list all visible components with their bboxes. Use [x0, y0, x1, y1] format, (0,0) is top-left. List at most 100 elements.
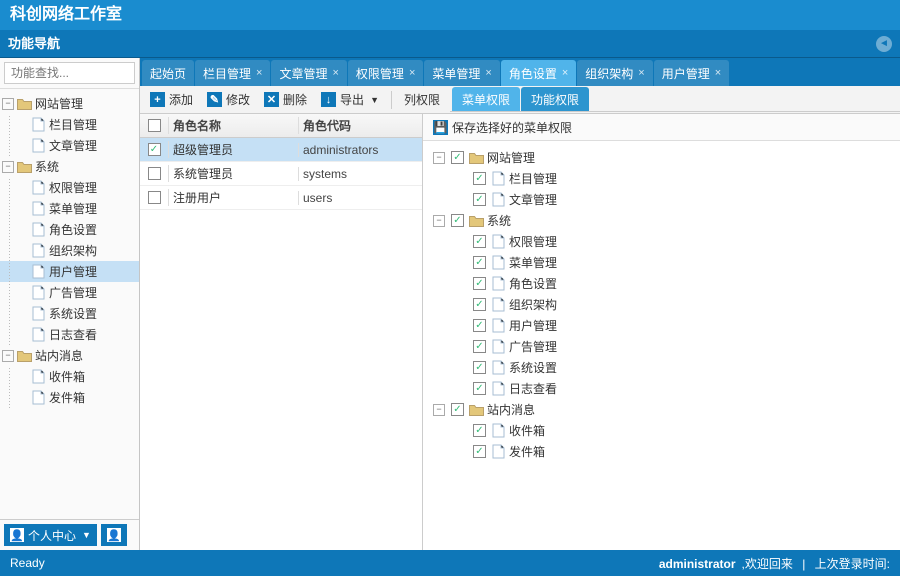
profile-button[interactable]: 👤 个人中心 ▼: [4, 524, 97, 546]
add-button[interactable]: +添加: [146, 89, 197, 111]
tree-item[interactable]: 栏目管理: [0, 114, 139, 135]
tab-权限管理[interactable]: 权限管理 ×: [348, 60, 423, 86]
perm-tree-item[interactable]: −✓网站管理: [427, 147, 896, 168]
tree-item[interactable]: 收件箱: [0, 366, 139, 387]
select-all-checkbox[interactable]: [148, 119, 161, 132]
close-icon[interactable]: ×: [409, 67, 415, 79]
tree-line: [2, 387, 16, 408]
tree-label: 用户管理: [49, 263, 97, 280]
tab-菜单管理[interactable]: 菜单管理×: [424, 60, 499, 86]
perm-tree-item[interactable]: ✓日志查看: [427, 378, 896, 399]
subtab-func-perm[interactable]: 功能权限: [521, 87, 589, 111]
edit-button[interactable]: ✎修改: [203, 89, 254, 111]
save-perm-button[interactable]: 💾 保存选择好的菜单权限: [429, 116, 576, 138]
collapse-icon[interactable]: −: [433, 404, 445, 416]
perm-checkbox[interactable]: ✓: [451, 403, 464, 416]
perm-tree-item[interactable]: ✓广告管理: [427, 336, 896, 357]
tree-item[interactable]: 权限管理: [0, 177, 139, 198]
row-checkbox[interactable]: [148, 191, 161, 204]
tree-line: [2, 324, 16, 345]
perm-tree-item[interactable]: ✓文章管理: [427, 189, 896, 210]
tab-栏目管理[interactable]: 栏目管理 ×: [195, 60, 270, 86]
tab-组织架构[interactable]: 组织架构×: [577, 60, 652, 86]
tree-item[interactable]: 角色设置: [0, 219, 139, 240]
perm-tree-item[interactable]: ✓组织架构: [427, 294, 896, 315]
user-icon: 👤: [10, 528, 24, 542]
perm-checkbox[interactable]: ✓: [473, 340, 486, 353]
perm-checkbox[interactable]: ✓: [473, 193, 486, 206]
tree-item[interactable]: 菜单管理: [0, 198, 139, 219]
col-role-code[interactable]: 角色代码: [298, 117, 422, 134]
perm-tree-item[interactable]: −✓站内消息: [427, 399, 896, 420]
tree-item[interactable]: 发件箱: [0, 387, 139, 408]
perm-checkbox[interactable]: ✓: [473, 382, 486, 395]
refresh-button[interactable]: 👤: [101, 524, 127, 546]
tab-label: 角色设置: [509, 65, 557, 82]
perm-tree-item[interactable]: ✓收件箱: [427, 420, 896, 441]
row-checkbox[interactable]: ✓: [148, 143, 161, 156]
file-icon: [490, 192, 506, 208]
tab-角色设置[interactable]: 角色设置 ×: [501, 60, 576, 86]
col-role-name[interactable]: 角色名称: [168, 117, 298, 134]
search-input[interactable]: [4, 62, 135, 84]
tab-起始页[interactable]: 起始页: [142, 60, 194, 86]
collapse-sidebar-icon[interactable]: ◄: [876, 36, 892, 52]
close-icon[interactable]: ×: [562, 67, 568, 79]
tree-item[interactable]: 文章管理: [0, 135, 139, 156]
tab-label: 栏目管理: [203, 65, 251, 82]
perm-checkbox[interactable]: ✓: [473, 277, 486, 290]
perm-tree-item[interactable]: ✓系统设置: [427, 357, 896, 378]
perm-checkbox[interactable]: ✓: [473, 319, 486, 332]
tab-文章管理[interactable]: 文章管理×: [271, 60, 346, 86]
tree-item[interactable]: 广告管理: [0, 282, 139, 303]
table-row[interactable]: ✓超级管理员administrators: [140, 138, 422, 162]
collapse-icon[interactable]: −: [433, 215, 445, 227]
perm-checkbox[interactable]: ✓: [451, 214, 464, 227]
perm-checkbox[interactable]: ✓: [473, 361, 486, 374]
perm-checkbox[interactable]: ✓: [451, 151, 464, 164]
perm-tree-item[interactable]: ✓栏目管理: [427, 168, 896, 189]
table-row[interactable]: 注册用户users: [140, 186, 422, 210]
perm-tree-item[interactable]: ✓角色设置: [427, 273, 896, 294]
perm-checkbox[interactable]: ✓: [473, 298, 486, 311]
tree-item[interactable]: 组织架构: [0, 240, 139, 261]
perm-tree-item[interactable]: ✓菜单管理: [427, 252, 896, 273]
perm-tree-item[interactable]: ✓ 发件箱: [427, 441, 896, 462]
perm-tree-item[interactable]: ✓用户管理: [427, 315, 896, 336]
cell-name: 注册用户: [168, 189, 298, 206]
perm-checkbox[interactable]: ✓: [473, 445, 486, 458]
close-icon[interactable]: ×: [256, 67, 262, 79]
close-icon[interactable]: ×: [332, 67, 338, 79]
tree-folder[interactable]: −站内消息: [0, 345, 139, 366]
tab-label: 权限管理: [356, 65, 404, 82]
tree-item[interactable]: 日志查看: [0, 324, 139, 345]
collapse-icon[interactable]: −: [433, 152, 445, 164]
close-icon[interactable]: ×: [715, 67, 721, 79]
perm-tree-item[interactable]: ✓权限管理: [427, 231, 896, 252]
tree-label: 文章管理: [49, 137, 97, 154]
perm-checkbox[interactable]: ✓: [473, 235, 486, 248]
collapse-icon[interactable]: −: [2, 161, 14, 173]
file-icon: [490, 234, 506, 250]
perm-checkbox[interactable]: ✓: [473, 424, 486, 437]
tree-item[interactable]: 系统设置: [0, 303, 139, 324]
perm-checkbox[interactable]: ✓: [473, 256, 486, 269]
tree-folder[interactable]: −系统: [0, 156, 139, 177]
delete-button[interactable]: ✕删除: [260, 89, 311, 111]
close-icon[interactable]: ×: [638, 67, 644, 79]
perm-tree-item[interactable]: −✓系统: [427, 210, 896, 231]
tree-item[interactable]: 用户管理: [0, 261, 139, 282]
subtab-menu-perm[interactable]: 菜单权限: [452, 87, 520, 111]
file-icon: [490, 444, 506, 460]
tab-用户管理[interactable]: 用户管理×: [654, 60, 729, 86]
row-checkbox[interactable]: [148, 167, 161, 180]
column-perm-button[interactable]: 列权限: [400, 89, 444, 111]
collapse-icon[interactable]: −: [2, 350, 14, 362]
table-row[interactable]: 系统管理员systems: [140, 162, 422, 186]
perm-checkbox[interactable]: ✓: [473, 172, 486, 185]
tree-folder[interactable]: −网站管理: [0, 93, 139, 114]
collapse-icon[interactable]: −: [2, 98, 14, 110]
perm-label: 发件箱: [509, 443, 545, 460]
close-icon[interactable]: ×: [485, 67, 491, 79]
export-button[interactable]: ↓导出▼: [317, 89, 383, 111]
